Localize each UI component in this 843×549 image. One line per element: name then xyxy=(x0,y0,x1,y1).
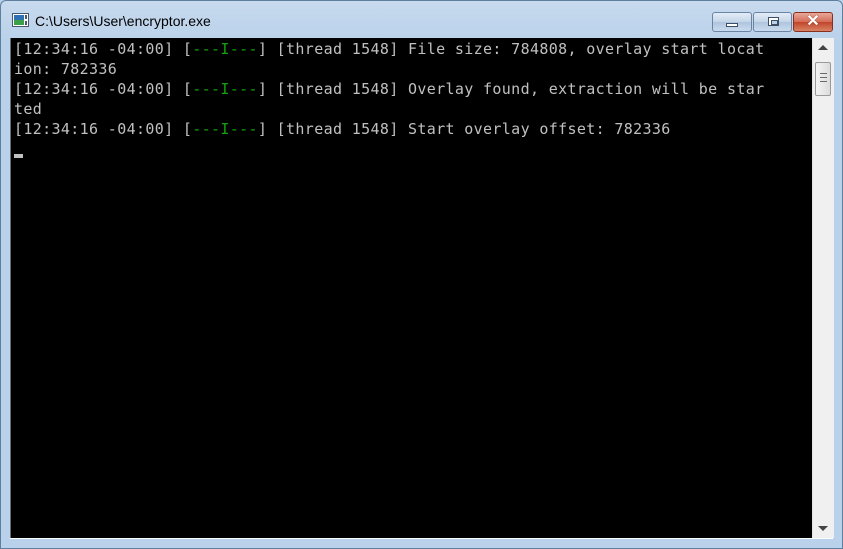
close-button[interactable]: ✕ xyxy=(793,12,833,32)
log-level-tag: ---I--- xyxy=(192,120,258,138)
console-window: C:\Users\User\encryptor.exe ✕ [12:34:16 … xyxy=(0,0,843,549)
log-level-tag: ---I--- xyxy=(192,40,258,58)
log-line-wrap: ion: 782336 xyxy=(14,60,118,78)
scroll-thumb[interactable] xyxy=(815,62,831,96)
log-line-wrap: ted xyxy=(14,100,43,118)
close-icon: ✕ xyxy=(806,13,820,30)
maximize-button[interactable] xyxy=(753,12,792,32)
log-level-tag: ---I--- xyxy=(192,80,258,98)
minimize-icon xyxy=(726,23,738,27)
log-prefix: [12:34:16 -04:00] [ xyxy=(14,120,193,138)
title-bar[interactable]: C:\Users\User\encryptor.exe ✕ xyxy=(1,1,842,37)
log-prefix: [12:34:16 -04:00] [ xyxy=(14,40,193,58)
console-bottom-edge xyxy=(10,538,833,539)
log-message: ] [thread 1548] Overlay found, extractio… xyxy=(257,80,765,98)
log-line: [12:34:16 -04:00] [---I---] [thread 1548… xyxy=(14,40,764,58)
log-line: [12:34:16 -04:00] [---I---] [thread 1548… xyxy=(14,120,671,138)
minimize-button[interactable] xyxy=(712,12,752,32)
grip-icon xyxy=(820,81,827,82)
text-cursor xyxy=(14,154,23,158)
log-message: ] [thread 1548] Start overlay offset: 78… xyxy=(257,120,671,138)
vertical-scrollbar[interactable] xyxy=(812,38,834,538)
scroll-down-arrow-icon[interactable] xyxy=(818,526,828,531)
console-app-icon xyxy=(12,13,29,27)
log-line: [12:34:16 -04:00] [---I---] [thread 1548… xyxy=(14,80,764,98)
restore-icon xyxy=(768,17,779,26)
scroll-up-arrow-icon[interactable] xyxy=(818,45,828,50)
console-output[interactable]: [12:34:16 -04:00] [---I---] [thread 1548… xyxy=(10,38,813,538)
log-prefix: [12:34:16 -04:00] [ xyxy=(14,80,193,98)
log-message: ] [thread 1548] File size: 784808, overl… xyxy=(257,40,765,58)
window-title: C:\Users\User\encryptor.exe xyxy=(35,13,211,29)
grip-icon xyxy=(820,77,827,78)
grip-icon xyxy=(820,73,827,74)
